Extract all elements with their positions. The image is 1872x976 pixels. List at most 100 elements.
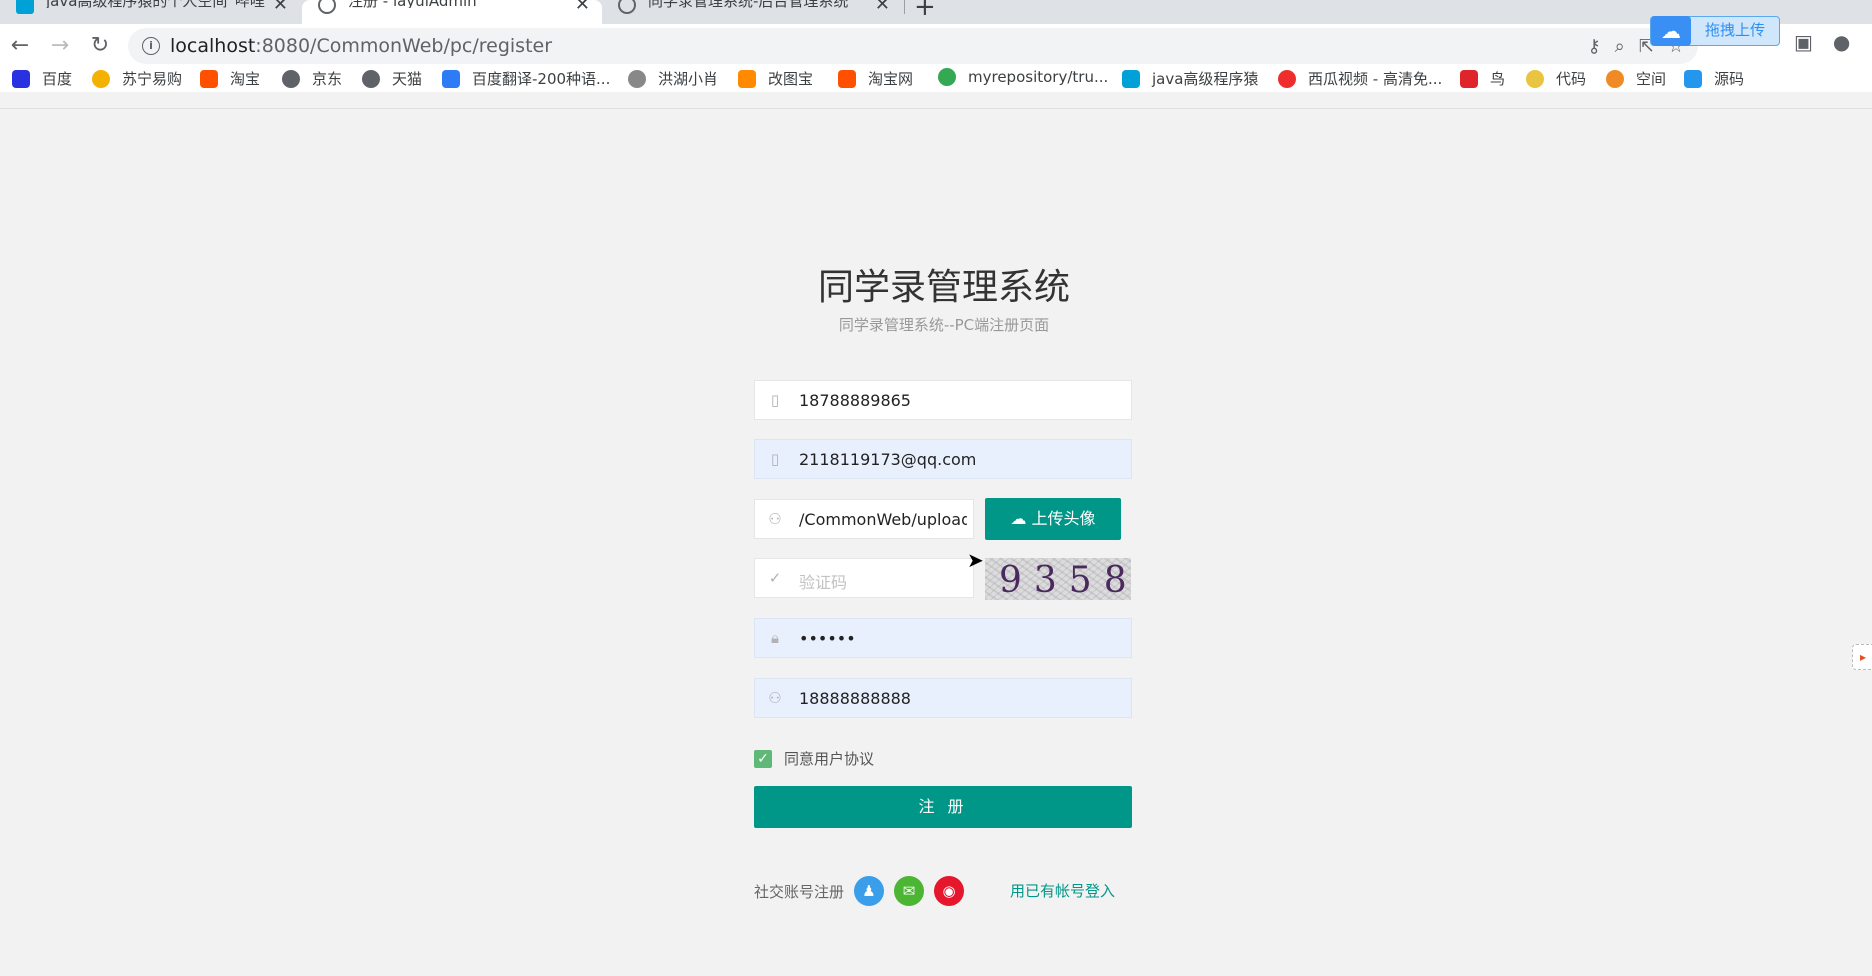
cloud-upload-widget[interactable]: ☁ 拖拽上传 bbox=[1650, 16, 1780, 46]
bookmark-item[interactable]: 天猫 bbox=[362, 68, 422, 89]
bookmark-label: 空间 bbox=[1636, 70, 1667, 88]
social-register: 社交账号注册 ♟ ✉ ◉ bbox=[754, 876, 965, 906]
bookmark-item[interactable]: 淘宝 bbox=[200, 68, 260, 89]
bookmark-item[interactable]: myrepository/tru... bbox=[938, 68, 1108, 86]
bookmark-item[interactable]: 百度翻译-200种语... bbox=[442, 68, 610, 89]
xigua-icon bbox=[1278, 69, 1296, 88]
tab-title: 注册 - layuiAdmin bbox=[348, 0, 477, 8]
agree-terms[interactable]: ✓ 同意用户协议 bbox=[754, 748, 874, 769]
email-field[interactable]: ▯ 2118119173@qq.com bbox=[754, 439, 1132, 479]
bookmark-item[interactable]: 代码 bbox=[1526, 68, 1586, 89]
cloud-upload-icon: ☁ bbox=[1010, 509, 1027, 528]
close-icon[interactable]: ✕ bbox=[575, 0, 590, 15]
bookmark-item[interactable]: 京东 bbox=[282, 68, 342, 89]
key-icon[interactable]: ⚷ bbox=[1587, 36, 1600, 57]
page-subtitle: 同学录管理系统--PC端注册页面 bbox=[838, 316, 1050, 334]
bookmark-label: 源码 bbox=[1714, 70, 1745, 88]
captcha-code: 9358 bbox=[999, 560, 1131, 600]
new-tab-icon[interactable]: + bbox=[914, 0, 936, 22]
bookmark-item[interactable]: 洪湖小肖 bbox=[628, 68, 718, 89]
register-button[interactable]: 注 册 bbox=[754, 786, 1132, 828]
tab-separator bbox=[904, 0, 905, 14]
code-icon bbox=[1526, 69, 1544, 88]
bookmark-item[interactable]: 苏宁易购 bbox=[92, 68, 182, 89]
password-field[interactable]: 🔒︎ •••••• bbox=[754, 618, 1132, 658]
upload-avatar-button[interactable]: ☁ 上传头像 bbox=[985, 498, 1121, 540]
bird-icon bbox=[1460, 69, 1478, 88]
close-icon[interactable]: ✕ bbox=[273, 0, 288, 15]
mouse-cursor-icon: ➤ bbox=[967, 548, 984, 572]
zoom-icon[interactable]: ⌕ bbox=[1615, 36, 1625, 57]
phone-field[interactable]: ▯ 18788889865 bbox=[754, 380, 1132, 420]
url-text[interactable]: localhost:8080/CommonWeb/pc/register bbox=[170, 35, 552, 57]
bookmark-label: 百度 bbox=[42, 70, 73, 88]
email-value: 2118119173@qq.com bbox=[799, 450, 977, 469]
captcha-field[interactable]: ✓ 验证码 bbox=[754, 558, 974, 598]
cloud-upload-label: 拖拽上传 bbox=[1705, 21, 1766, 39]
bookmark-label: java高级程序猿 bbox=[1152, 70, 1259, 88]
chrome-icon bbox=[938, 68, 956, 86]
chrome-divider bbox=[0, 108, 1872, 109]
bookmark-item[interactable]: 西瓜视频 - 高清免... bbox=[1278, 68, 1442, 89]
wechat-icon[interactable]: ✉ bbox=[894, 876, 925, 906]
bookmark-item[interactable]: java高级程序猿 bbox=[1122, 68, 1258, 89]
baidu-icon bbox=[12, 69, 30, 88]
bookmark-label: 淘宝 bbox=[230, 70, 261, 88]
taobao-icon bbox=[200, 69, 218, 88]
tab-register[interactable]: 注册 - layuiAdmin ✕ bbox=[302, 0, 602, 24]
translate-icon bbox=[442, 69, 460, 88]
suning-icon bbox=[92, 69, 110, 88]
side-panel-icon[interactable]: ▣ bbox=[1794, 30, 1813, 54]
browser-tab-bar: java高级程序猿的个人空间_哔哩 ✕ 注册 - layuiAdmin ✕ 同学… bbox=[0, 0, 1872, 24]
bookmark-item[interactable]: 淘宝网 bbox=[838, 68, 913, 89]
bookmark-item[interactable]: 鸟 bbox=[1460, 68, 1505, 89]
login-link[interactable]: 用已有帐号登入 bbox=[1010, 880, 1115, 901]
bookmark-item[interactable]: 源码 bbox=[1684, 68, 1744, 89]
bookmark-label: 京东 bbox=[312, 70, 343, 88]
cloud-icon: ☁ bbox=[1651, 16, 1691, 46]
gaitubao-icon bbox=[738, 69, 756, 88]
tab-admin[interactable]: 同学录管理系统-后台管理系统 ✕ bbox=[602, 0, 902, 24]
bookmark-item[interactable]: 百度 bbox=[12, 68, 72, 89]
url-host: localhost bbox=[170, 35, 256, 57]
password-value: •••••• bbox=[799, 629, 856, 648]
user-icon: ⚇ bbox=[768, 689, 782, 707]
qq-icon[interactable]: ♟ bbox=[854, 876, 885, 906]
globe-icon bbox=[282, 69, 300, 88]
url-path: :8080/CommonWeb/pc/register bbox=[255, 35, 553, 57]
agree-checkbox[interactable]: ✓ bbox=[754, 749, 772, 768]
tab-title: java高级程序猿的个人空间_哔哩 bbox=[46, 0, 265, 8]
bookmark-label: 苏宁易购 bbox=[122, 70, 183, 88]
close-icon[interactable]: ✕ bbox=[875, 0, 890, 15]
address-bar[interactable]: i localhost:8080/CommonWeb/pc/register ⚷… bbox=[128, 28, 1698, 64]
docker-icon bbox=[1684, 69, 1702, 88]
site-info-icon[interactable]: i bbox=[142, 37, 160, 55]
bookmark-label: 淘宝网 bbox=[868, 70, 914, 88]
captcha-image[interactable]: 9358 bbox=[985, 558, 1131, 600]
bilibili-icon bbox=[16, 0, 34, 14]
social-label: 社交账号注册 bbox=[754, 882, 845, 901]
reload-icon[interactable]: ↻ bbox=[88, 34, 112, 58]
nickname-field[interactable]: ⚇ 18888888888 bbox=[754, 678, 1132, 718]
side-widget-icon[interactable]: ▸ bbox=[1852, 644, 1872, 670]
tab-title: 同学录管理系统-后台管理系统 bbox=[648, 0, 848, 8]
back-icon[interactable]: ← bbox=[8, 34, 32, 58]
space-icon bbox=[1606, 69, 1624, 88]
weibo-icon[interactable]: ◉ bbox=[934, 876, 965, 906]
bookmark-item[interactable]: 空间 bbox=[1606, 68, 1666, 89]
globe-icon bbox=[318, 0, 336, 14]
cellphone-icon: ▯ bbox=[770, 391, 780, 409]
bookmark-label: 改图宝 bbox=[768, 70, 814, 88]
page-title: 同学录管理系统 bbox=[817, 267, 1070, 308]
profile-icon[interactable]: ● bbox=[1833, 30, 1850, 54]
forward-icon[interactable]: → bbox=[48, 34, 72, 58]
cellphone-icon: ▯ bbox=[770, 450, 780, 468]
bookmark-label: 百度翻译-200种语... bbox=[472, 70, 611, 88]
avatar-path-field[interactable]: ⚇ /CommonWeb/uploads/16 bbox=[754, 499, 974, 539]
feather-icon bbox=[628, 69, 646, 88]
bookmark-item[interactable]: 改图宝 bbox=[738, 68, 813, 89]
user-icon: ⚇ bbox=[768, 510, 782, 528]
nickname-value: 18888888888 bbox=[799, 689, 911, 708]
tab-bilibili[interactable]: java高级程序猿的个人空间_哔哩 ✕ bbox=[0, 0, 300, 24]
bookmark-label: 鸟 bbox=[1490, 70, 1506, 88]
